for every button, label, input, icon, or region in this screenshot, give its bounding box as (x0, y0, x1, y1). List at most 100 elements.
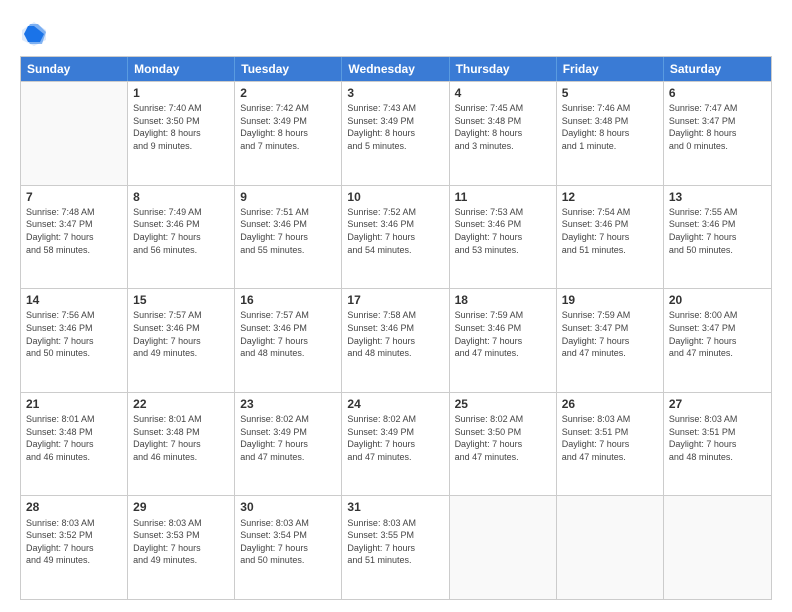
cell-info: Sunrise: 7:51 AM Sunset: 3:46 PM Dayligh… (240, 206, 336, 256)
calendar-cell: 12Sunrise: 7:54 AM Sunset: 3:46 PM Dayli… (557, 186, 664, 289)
calendar-cell: 31 Sunrise: 8:03 AM Sunset: 3:55 PM Dayli… (342, 496, 449, 599)
calendar-cell: 6Sunrise: 7:47 AM Sunset: 3:47 PM Daylig… (664, 82, 771, 185)
cell-info: Sunrise: 8:02 AM Sunset: 3:49 PM Dayligh… (240, 413, 336, 463)
cell-info: Sunrise: 7:48 AM Sunset: 3:47 PM Dayligh… (26, 206, 122, 256)
day-number: 25 (455, 396, 551, 412)
day-number: 3 (347, 85, 443, 101)
calendar-header-cell: Saturday (664, 57, 771, 81)
cell-info: Sunrise: 7:43 AM Sunset: 3:49 PM Dayligh… (347, 102, 443, 152)
cell-info: Sunrise: 7:57 AM Sunset: 3:46 PM Dayligh… (240, 309, 336, 359)
day-number: 23 (240, 396, 336, 412)
day-number: 15 (133, 292, 229, 308)
calendar-cell: 20Sunrise: 8:00 AM Sunset: 3:47 PM Dayli… (664, 289, 771, 392)
day-number: 8 (133, 189, 229, 205)
calendar-cell: 28 Sunrise: 8:03 AM Sunset: 3:52 PM Dayli… (21, 496, 128, 599)
day-number: 12 (562, 189, 658, 205)
calendar-cell: 26Sunrise: 8:03 AM Sunset: 3:51 PM Dayli… (557, 393, 664, 496)
day-number: 17 (347, 292, 443, 308)
calendar-header-cell: Sunday (21, 57, 128, 81)
day-number: 5 (562, 85, 658, 101)
day-number: 22 (133, 396, 229, 412)
cell-info: Sunrise: 8:03 AM Sunset: 3:55 PM Dayligh… (347, 517, 443, 567)
cell-info: Sunrise: 7:59 AM Sunset: 3:46 PM Dayligh… (455, 309, 551, 359)
day-number: 7 (26, 189, 122, 205)
calendar-header-row: SundayMondayTuesdayWednesdayThursdayFrid… (21, 57, 771, 81)
day-number: 18 (455, 292, 551, 308)
cell-info: Sunrise: 7:46 AM Sunset: 3:48 PM Dayligh… (562, 102, 658, 152)
calendar-cell: 8Sunrise: 7:49 AM Sunset: 3:46 PM Daylig… (128, 186, 235, 289)
calendar-cell: 29Sunrise: 8:03 AM Sunset: 3:53 PM Dayli… (128, 496, 235, 599)
day-number: 31 (347, 499, 443, 515)
calendar-cell (450, 496, 557, 599)
cell-info: Sunrise: 8:02 AM Sunset: 3:49 PM Dayligh… (347, 413, 443, 463)
day-number: 28 (26, 499, 122, 515)
day-number: 6 (669, 85, 766, 101)
cell-info: Sunrise: 8:03 AM Sunset: 3:52 PM Dayligh… (26, 517, 122, 567)
day-number: 27 (669, 396, 766, 412)
calendar-cell: 19Sunrise: 7:59 AM Sunset: 3:47 PM Dayli… (557, 289, 664, 392)
calendar-cell: 23Sunrise: 8:02 AM Sunset: 3:49 PM Dayli… (235, 393, 342, 496)
cell-info: Sunrise: 7:55 AM Sunset: 3:46 PM Dayligh… (669, 206, 766, 256)
calendar-week: 14Sunrise: 7:56 AM Sunset: 3:46 PM Dayli… (21, 288, 771, 392)
calendar-cell: 25Sunrise: 8:02 AM Sunset: 3:50 PM Dayli… (450, 393, 557, 496)
cell-info: Sunrise: 8:02 AM Sunset: 3:50 PM Dayligh… (455, 413, 551, 463)
calendar-week: 1Sunrise: 7:40 AM Sunset: 3:50 PM Daylig… (21, 81, 771, 185)
cell-info: Sunrise: 7:54 AM Sunset: 3:46 PM Dayligh… (562, 206, 658, 256)
day-number: 16 (240, 292, 336, 308)
calendar-cell: 13Sunrise: 7:55 AM Sunset: 3:46 PM Dayli… (664, 186, 771, 289)
calendar-cell: 3Sunrise: 7:43 AM Sunset: 3:49 PM Daylig… (342, 82, 449, 185)
calendar-cell: 10Sunrise: 7:52 AM Sunset: 3:46 PM Dayli… (342, 186, 449, 289)
cell-info: Sunrise: 8:03 AM Sunset: 3:51 PM Dayligh… (669, 413, 766, 463)
calendar: SundayMondayTuesdayWednesdayThursdayFrid… (20, 56, 772, 600)
cell-info: Sunrise: 7:56 AM Sunset: 3:46 PM Dayligh… (26, 309, 122, 359)
page: SundayMondayTuesdayWednesdayThursdayFrid… (0, 0, 792, 612)
day-number: 20 (669, 292, 766, 308)
calendar-header-cell: Thursday (450, 57, 557, 81)
day-number: 11 (455, 189, 551, 205)
day-number: 13 (669, 189, 766, 205)
cell-info: Sunrise: 7:49 AM Sunset: 3:46 PM Dayligh… (133, 206, 229, 256)
calendar-cell (21, 82, 128, 185)
calendar-cell: 22Sunrise: 8:01 AM Sunset: 3:48 PM Dayli… (128, 393, 235, 496)
cell-info: Sunrise: 8:03 AM Sunset: 3:54 PM Dayligh… (240, 517, 336, 567)
calendar-header-cell: Tuesday (235, 57, 342, 81)
day-number: 4 (455, 85, 551, 101)
logo-icon (20, 20, 48, 48)
calendar-cell: 27Sunrise: 8:03 AM Sunset: 3:51 PM Dayli… (664, 393, 771, 496)
day-number: 1 (133, 85, 229, 101)
day-number: 10 (347, 189, 443, 205)
calendar-cell: 2Sunrise: 7:42 AM Sunset: 3:49 PM Daylig… (235, 82, 342, 185)
cell-info: Sunrise: 7:59 AM Sunset: 3:47 PM Dayligh… (562, 309, 658, 359)
cell-info: Sunrise: 7:40 AM Sunset: 3:50 PM Dayligh… (133, 102, 229, 152)
calendar-cell: 11Sunrise: 7:53 AM Sunset: 3:46 PM Dayli… (450, 186, 557, 289)
calendar-cell: 14Sunrise: 7:56 AM Sunset: 3:46 PM Dayli… (21, 289, 128, 392)
cell-info: Sunrise: 8:00 AM Sunset: 3:47 PM Dayligh… (669, 309, 766, 359)
calendar-cell: 24Sunrise: 8:02 AM Sunset: 3:49 PM Dayli… (342, 393, 449, 496)
day-number: 21 (26, 396, 122, 412)
cell-info: Sunrise: 7:57 AM Sunset: 3:46 PM Dayligh… (133, 309, 229, 359)
calendar-body: 1Sunrise: 7:40 AM Sunset: 3:50 PM Daylig… (21, 81, 771, 599)
calendar-cell: 7Sunrise: 7:48 AM Sunset: 3:47 PM Daylig… (21, 186, 128, 289)
cell-info: Sunrise: 8:03 AM Sunset: 3:53 PM Dayligh… (133, 517, 229, 567)
cell-info: Sunrise: 7:47 AM Sunset: 3:47 PM Dayligh… (669, 102, 766, 152)
cell-info: Sunrise: 8:01 AM Sunset: 3:48 PM Dayligh… (133, 413, 229, 463)
calendar-header-cell: Monday (128, 57, 235, 81)
day-number: 19 (562, 292, 658, 308)
day-number: 26 (562, 396, 658, 412)
cell-info: Sunrise: 8:03 AM Sunset: 3:51 PM Dayligh… (562, 413, 658, 463)
calendar-cell: 4Sunrise: 7:45 AM Sunset: 3:48 PM Daylig… (450, 82, 557, 185)
calendar-cell: 17Sunrise: 7:58 AM Sunset: 3:46 PM Dayli… (342, 289, 449, 392)
logo (20, 20, 52, 48)
day-number: 24 (347, 396, 443, 412)
calendar-cell: 1Sunrise: 7:40 AM Sunset: 3:50 PM Daylig… (128, 82, 235, 185)
calendar-cell: 30 Sunrise: 8:03 AM Sunset: 3:54 PM Dayli… (235, 496, 342, 599)
day-number: 30 (240, 499, 336, 515)
calendar-cell: 16Sunrise: 7:57 AM Sunset: 3:46 PM Dayli… (235, 289, 342, 392)
cell-info: Sunrise: 8:01 AM Sunset: 3:48 PM Dayligh… (26, 413, 122, 463)
calendar-week: 28 Sunrise: 8:03 AM Sunset: 3:52 PM Dayli… (21, 495, 771, 599)
cell-info: Sunrise: 7:58 AM Sunset: 3:46 PM Dayligh… (347, 309, 443, 359)
header (20, 16, 772, 48)
day-number: 14 (26, 292, 122, 308)
calendar-cell: 15Sunrise: 7:57 AM Sunset: 3:46 PM Dayli… (128, 289, 235, 392)
day-number: 2 (240, 85, 336, 101)
